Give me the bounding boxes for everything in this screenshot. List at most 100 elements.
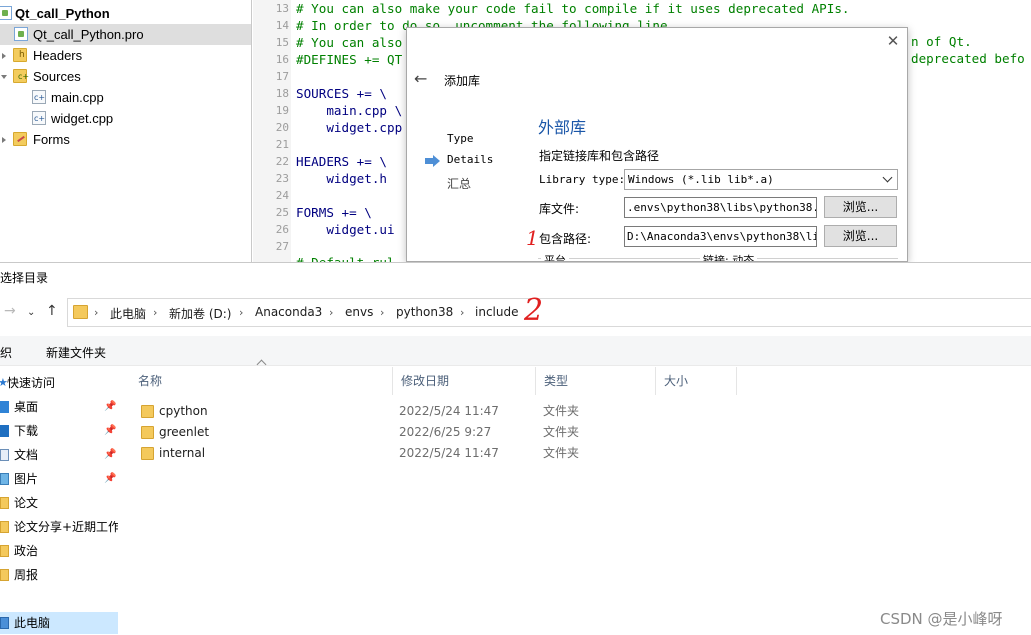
file-row[interactable]: internal 2022/5/24 11:47 文件夹 — [130, 443, 750, 464]
link-group-label: 链接: 动态 — [700, 252, 758, 261]
line-number: 25 — [275, 206, 289, 219]
breadcrumb-item[interactable]: include — [475, 305, 518, 319]
breadcrumb-item[interactable]: Anaconda3 — [255, 305, 322, 319]
organize-button[interactable]: 织 — [0, 344, 12, 361]
platform-group-label: 平台 — [541, 252, 569, 261]
breadcrumb-separator-icon[interactable]: › — [239, 306, 243, 319]
tree-project-root[interactable]: Qt_call_Python — [0, 3, 251, 24]
breadcrumb-item[interactable]: 新加卷 (D:) — [169, 305, 231, 322]
breadcrumb-item[interactable]: envs — [345, 305, 373, 319]
tree-item-forms[interactable]: Forms — [0, 129, 251, 150]
line-number: 26 — [275, 223, 289, 236]
expand-arrow-icon[interactable] — [2, 53, 6, 59]
new-folder-button[interactable]: 新建文件夹 — [46, 344, 106, 361]
back-arrow-icon[interactable]: ← — [414, 71, 430, 87]
recent-locations-icon[interactable]: ⌄ — [27, 305, 35, 321]
include-path-label: 包含路径: — [539, 232, 592, 246]
this-pc-icon — [0, 617, 9, 629]
tree-item-pro-file[interactable]: Qt_call_Python.pro — [0, 24, 251, 45]
tree-item-label: Sources — [33, 69, 81, 84]
tree-item-main-cpp[interactable]: main.cpp — [0, 87, 251, 108]
library-type-select[interactable]: Windows (*.lib lib*.a) — [624, 169, 898, 190]
page-heading: 外部库 — [538, 118, 587, 137]
command-bar: 织 新建文件夹 — [0, 336, 1031, 366]
line-number: 22 — [275, 155, 289, 168]
line-number: 18 — [275, 87, 289, 100]
close-icon[interactable]: ✕ — [885, 33, 901, 49]
line-number: 27 — [275, 240, 289, 253]
breadcrumb-separator-icon[interactable]: › — [460, 306, 464, 319]
dialog-title: 添加库 — [444, 74, 481, 88]
cpp-file-icon — [32, 108, 46, 129]
column-name[interactable]: 名称 — [130, 367, 393, 395]
pin-icon[interactable]: 📌 — [104, 396, 116, 418]
nav-item-downloads[interactable]: 下载 📌 — [0, 420, 118, 442]
expand-arrow-icon[interactable] — [2, 137, 6, 143]
nav-item-folder[interactable]: 论文分享+近期工作 — [0, 516, 118, 538]
code-line: widget.cpp — [296, 120, 403, 135]
tree-item-label: Qt_call_Python.pro — [33, 27, 144, 42]
folder-icon — [141, 447, 154, 460]
pin-icon[interactable]: 📌 — [104, 468, 116, 490]
up-arrow-icon[interactable]: ↑ — [46, 303, 58, 319]
tree-project-label: Qt_call_Python — [15, 6, 110, 21]
line-number: 15 — [275, 36, 289, 49]
file-name: internal — [159, 446, 206, 460]
breadcrumb-separator-icon[interactable]: › — [380, 306, 384, 319]
star-icon: ★ — [0, 376, 8, 389]
column-type[interactable]: 类型 — [536, 367, 656, 395]
column-size[interactable]: 大小 — [656, 367, 737, 395]
nav-item-folder[interactable]: 政治 — [0, 540, 118, 562]
nav-item-folder[interactable]: 周报 — [0, 564, 118, 586]
nav-item-desktop[interactable]: 桌面 📌 — [0, 396, 118, 418]
annotation-mark-1: 1 — [526, 226, 539, 250]
tree-item-sources[interactable]: Sources — [0, 66, 251, 87]
tree-item-headers[interactable]: Headers — [0, 45, 251, 66]
breadcrumb-separator-icon[interactable]: › — [94, 306, 98, 319]
line-number: 13 — [275, 2, 289, 15]
nav-item-this-pc[interactable]: 此电脑 — [0, 612, 118, 634]
browse-include-button[interactable]: 浏览... — [824, 225, 897, 247]
code-line: main.cpp \ — [296, 103, 403, 118]
forward-arrow-icon[interactable]: → — [4, 303, 16, 319]
wizard-step-type: Type — [447, 132, 474, 145]
window-title: 选择目录 — [0, 271, 49, 285]
headers-folder-icon — [13, 45, 27, 66]
line-number: 16 — [275, 53, 289, 66]
line-number-gutter: 13 14 15 16 17 18 19 20 21 22 23 24 25 26 27 — [253, 0, 291, 262]
breadcrumb-separator-icon[interactable]: › — [329, 306, 333, 319]
pin-icon[interactable]: 📌 — [104, 420, 116, 442]
include-path-input[interactable]: D:\Anaconda3\envs\python38\libs — [624, 226, 817, 247]
tree-item-widget-cpp[interactable]: widget.cpp — [0, 108, 251, 129]
nav-item-quick-access[interactable]: ★ 快速访问 — [0, 372, 118, 394]
file-row[interactable]: cpython 2022/5/24 11:47 文件夹 — [130, 401, 750, 422]
browse-library-button[interactable]: 浏览... — [824, 196, 897, 218]
project-tree: Qt_call_Python Qt_call_Python.pro Header… — [0, 0, 252, 262]
code-line: #DEFINES += QT — [296, 52, 403, 67]
project-icon — [0, 6, 12, 20]
line-number: 14 — [275, 19, 289, 32]
qt-creator-window: Qt_call_Python Qt_call_Python.pro Header… — [0, 0, 1031, 262]
wizard-step-details: Details — [447, 153, 494, 166]
watermark: CSDN @是小峰呀 — [880, 610, 1003, 628]
nav-item-documents[interactable]: 文档 📌 — [0, 444, 118, 466]
file-row[interactable]: greenlet 2022/6/25 9:27 文件夹 — [130, 422, 750, 443]
nav-item-folder[interactable]: 论文 — [0, 492, 118, 514]
nav-item-pictures[interactable]: 图片 📌 — [0, 468, 118, 490]
breadcrumb-separator-icon[interactable]: › — [153, 306, 157, 319]
library-file-input[interactable]: .envs\python38\libs\python38.lib — [624, 197, 817, 218]
pin-icon[interactable]: 📌 — [104, 444, 116, 466]
file-name: greenlet — [159, 425, 210, 439]
address-bar[interactable]: › 此电脑 › 新加卷 (D:) › Anaconda3 › envs › py… — [67, 298, 1031, 327]
cpp-file-icon — [32, 87, 46, 108]
column-date-modified[interactable]: 修改日期 — [393, 367, 536, 395]
code-line: SOURCES += \ — [296, 86, 387, 101]
file-type: 文件夹 — [543, 404, 580, 418]
wizard-step-summary: 汇总 — [447, 177, 472, 191]
sources-folder-icon — [13, 66, 29, 87]
breadcrumb-item[interactable]: python38 — [396, 305, 453, 319]
file-type: 文件夹 — [543, 446, 580, 460]
collapse-arrow-icon[interactable] — [1, 75, 7, 79]
breadcrumb-item[interactable]: 此电脑 — [110, 305, 146, 322]
file-date: 2022/5/24 11:47 — [399, 404, 499, 418]
